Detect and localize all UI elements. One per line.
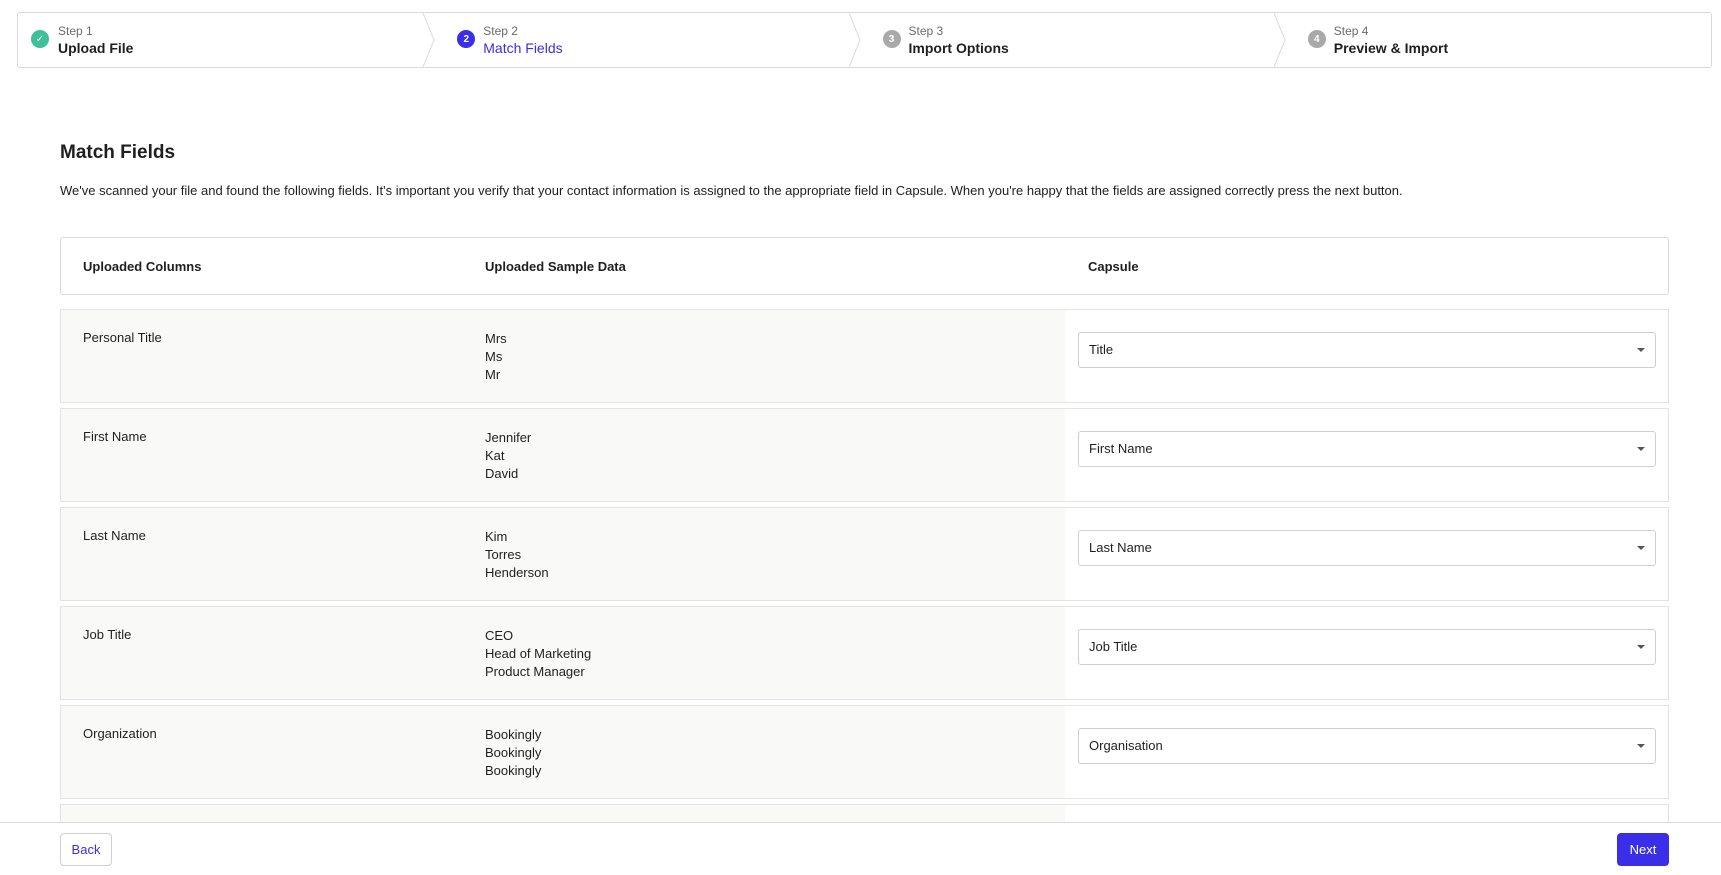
field-mapping-list[interactable]: Personal Title Mrs Ms Mr Title First Nam… — [60, 309, 1669, 822]
uploaded-column-name: Personal Title — [83, 330, 162, 345]
step-match-fields[interactable]: 2 Step 2 Match Fields — [435, 13, 861, 67]
uploaded-column-name: Last Name — [83, 528, 146, 543]
selected-value: Title — [1089, 342, 1114, 357]
table-row: Organization Bookingly Bookingly Booking… — [60, 705, 1669, 799]
sample-value: Bookingly — [485, 745, 542, 760]
capsule-field-select[interactable]: Title — [1078, 332, 1656, 368]
footer-bar: Back Next — [0, 822, 1721, 875]
step-badge: 3 — [882, 30, 901, 48]
step-label: Match Fields — [483, 39, 563, 56]
step-number: Step 4 — [1333, 23, 1369, 38]
sample-value: Kat — [485, 448, 505, 463]
step-label: Import Options — [908, 39, 1009, 56]
sample-value: Henderson — [485, 565, 549, 580]
sample-value: Mr — [485, 367, 501, 382]
back-button[interactable]: Back — [60, 833, 112, 866]
selected-value: Job Title — [1089, 639, 1138, 654]
table-row: First Name Jennifer Kat David First Name — [60, 408, 1669, 502]
table-row — [60, 804, 1669, 822]
table-header: Uploaded Columns Uploaded Sample Data Ca… — [60, 237, 1669, 295]
caret-down-icon — [1637, 744, 1645, 748]
header-uploaded-columns: Uploaded Columns — [83, 259, 202, 274]
sample-value: CEO — [485, 628, 514, 643]
chevron-separator-icon — [1273, 13, 1286, 67]
uploaded-column-name: First Name — [83, 429, 147, 444]
uploaded-column-name: Job Title — [83, 627, 132, 642]
next-button[interactable]: Next — [1617, 833, 1669, 866]
step-number: Step 3 — [908, 23, 944, 38]
step-import-options[interactable]: 3 Step 3 Import Options — [861, 13, 1286, 67]
capsule-field-select[interactable]: First Name — [1078, 431, 1656, 467]
sample-data: Jennifer Kat David — [485, 429, 531, 483]
sample-value: Ms — [485, 349, 503, 364]
step-number: Step 2 — [483, 23, 518, 38]
table-row: Last Name Kim Torres Henderson Last Name — [60, 507, 1669, 601]
chevron-separator-icon — [423, 13, 435, 67]
caret-down-icon — [1637, 447, 1645, 451]
caret-down-icon — [1637, 546, 1645, 550]
capsule-field-select[interactable]: Organisation — [1078, 728, 1656, 764]
table-row: Job Title CEO Head of Marketing Product … — [60, 606, 1669, 700]
page-title: Match Fields — [60, 142, 176, 163]
step-label: Preview & Import — [1333, 39, 1449, 56]
header-sample-data: Uploaded Sample Data — [485, 259, 626, 274]
step-label: Upload File — [58, 39, 134, 56]
caret-down-icon — [1637, 645, 1645, 649]
sample-value: Jennifer — [485, 430, 532, 445]
sample-data: Mrs Ms Mr — [485, 330, 507, 384]
sample-value: Kim — [485, 529, 508, 544]
capsule-field-select[interactable]: Job Title — [1078, 629, 1656, 665]
uploaded-column-name: Organization — [83, 726, 157, 741]
step-badge: 2 — [457, 30, 476, 48]
sample-data: Bookingly Bookingly Bookingly — [485, 726, 541, 780]
step-number: Step 1 — [58, 23, 93, 38]
sample-value: Product Manager — [485, 664, 585, 679]
capsule-field-select[interactable]: Last Name — [1078, 530, 1656, 566]
check-icon: ✓ — [31, 30, 49, 48]
chevron-separator-icon — [848, 13, 861, 67]
sample-value: Head of Marketing — [485, 646, 592, 661]
import-stepper: ✓ Step 1 Upload File 2 Step 2 Match Fiel… — [17, 12, 1712, 68]
selected-value: Last Name — [1089, 540, 1152, 555]
step-preview-import[interactable]: 4 Step 4 Preview & Import — [1286, 13, 1711, 67]
sample-value: Mrs — [485, 331, 507, 346]
sample-value: Torres — [485, 547, 522, 562]
header-capsule: Capsule — [1088, 259, 1139, 274]
step-badge: 4 — [1307, 30, 1326, 48]
selected-value: Organisation — [1089, 738, 1163, 753]
sample-value: Bookingly — [485, 727, 542, 742]
caret-down-icon — [1637, 348, 1645, 352]
sample-data: CEO Head of Marketing Product Manager — [485, 627, 591, 681]
sample-value: Bookingly — [485, 763, 542, 778]
intro-text: We've scanned your file and found the fo… — [60, 183, 1403, 198]
sample-data: Kim Torres Henderson — [485, 528, 549, 582]
step-upload-file[interactable]: ✓ Step 1 Upload File — [18, 13, 435, 67]
selected-value: First Name — [1089, 441, 1153, 456]
sample-value: David — [485, 466, 519, 481]
table-row: Personal Title Mrs Ms Mr Title — [60, 309, 1669, 403]
